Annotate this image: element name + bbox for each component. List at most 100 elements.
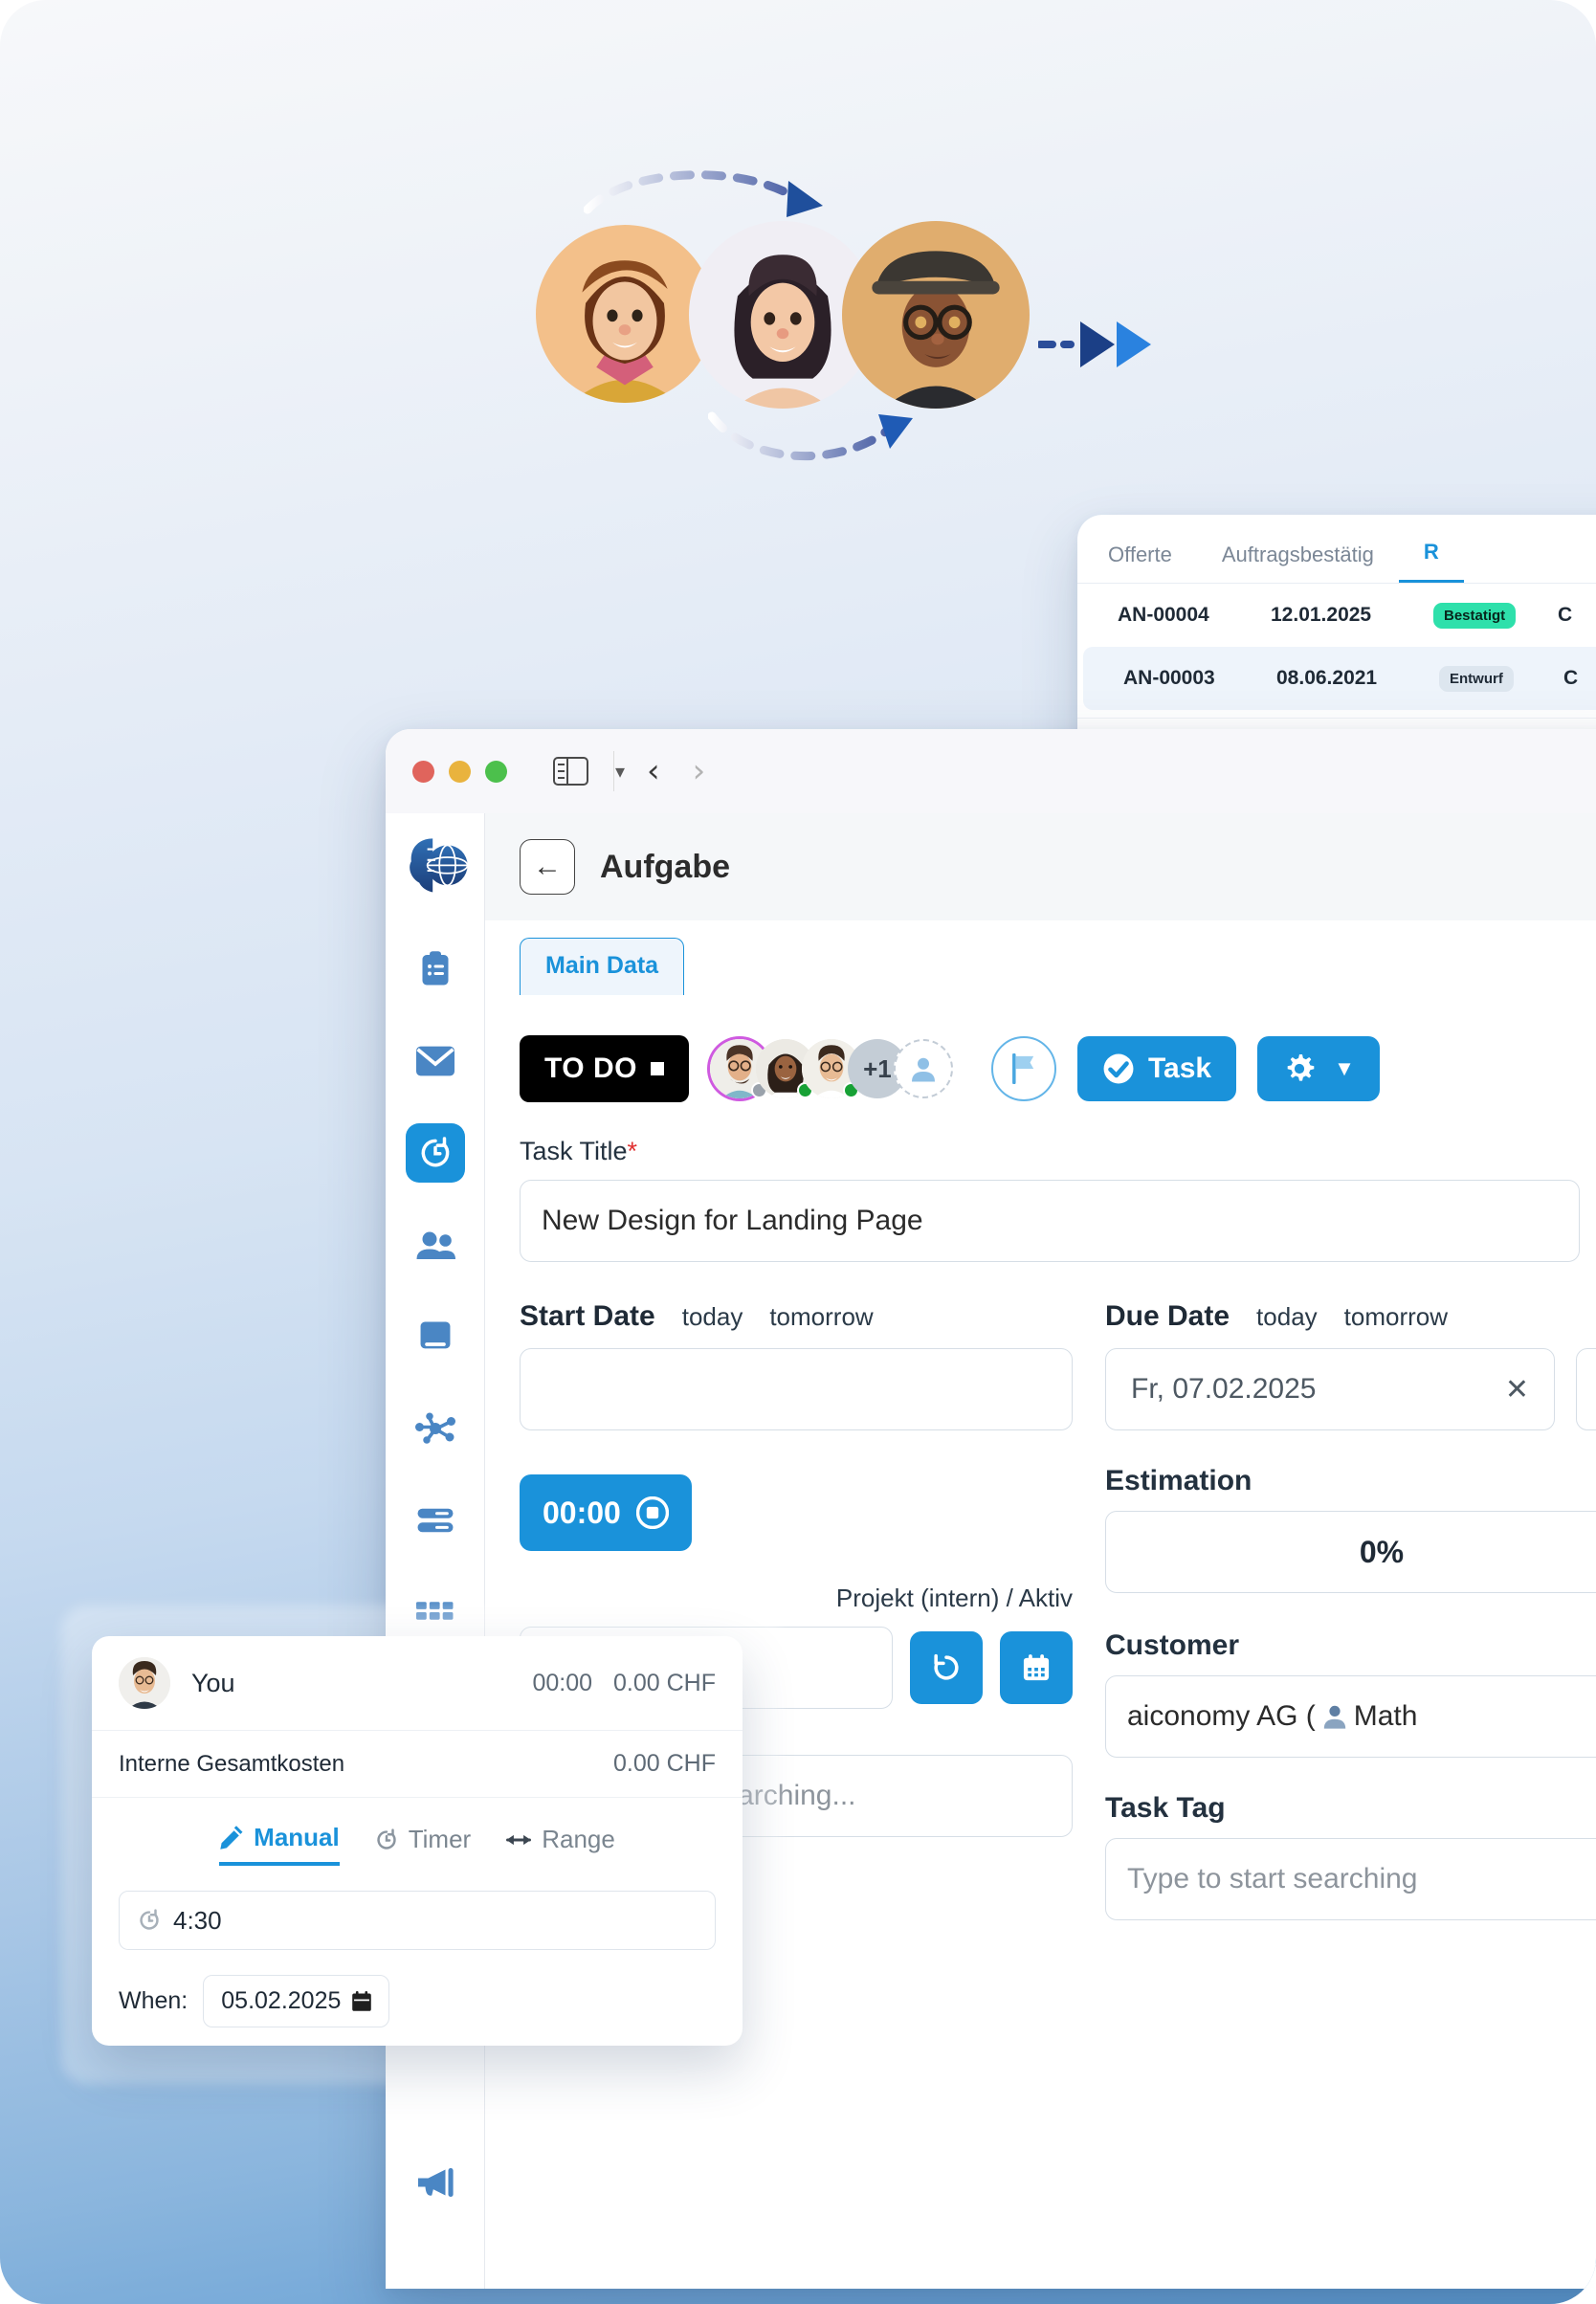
time-tracking-popup: You 00:00 0.00 CHF Interne Gesamtkosten … <box>92 1636 743 2046</box>
time-popup-footer: Cancel Save <box>92 2027 743 2046</box>
time-totals-value: 0.00 CHF <box>613 1750 716 1777</box>
timer-button[interactable]: 00:00 <box>520 1474 692 1551</box>
task-tag-input[interactable]: Type to start searching <box>1105 1838 1596 1920</box>
status-button[interactable]: TO DO <box>520 1035 689 1102</box>
edit-icon <box>220 1825 243 1850</box>
status-button-label: TO DO <box>544 1052 637 1084</box>
tab-offerte[interactable]: Offerte <box>1083 543 1197 583</box>
tab-main-data[interactable]: Main Data <box>520 938 685 995</box>
flag-icon <box>1012 1053 1034 1084</box>
when-label: When: <box>119 1987 188 2014</box>
network-icon <box>414 1412 455 1444</box>
sidebar-toggle-icon[interactable] <box>553 757 588 786</box>
close-red-icon[interactable] <box>412 760 434 783</box>
due-date-labels: Due Date today tomorrow <box>1105 1300 1596 1333</box>
sidebar-item-people[interactable] <box>406 1215 465 1274</box>
customer-input[interactable]: aiconomy AG ( Math <box>1105 1675 1596 1758</box>
check-circle-icon <box>1103 1053 1134 1084</box>
task-button-label: Task <box>1147 1052 1212 1084</box>
duration-value: 4:30 <box>173 1905 222 1935</box>
zoom-green-icon[interactable] <box>485 760 507 783</box>
sidebar-item-timer[interactable] <box>405 1123 465 1183</box>
timer-value: 00:00 <box>543 1495 621 1530</box>
due-date-calendar-button[interactable] <box>1576 1348 1596 1430</box>
order-id: AN-00003 <box>1123 667 1215 689</box>
when-row: When: 05.02.2025 <box>92 1950 743 2027</box>
content-tabs: Main Data <box>485 920 1596 995</box>
sidebar-item-server[interactable] <box>406 1491 465 1550</box>
flag-button[interactable] <box>990 1036 1056 1101</box>
time-user-cost: 0.00 CHF <box>613 1669 716 1696</box>
avatar-man-hat-glasses <box>842 221 1030 409</box>
avatar <box>119 1657 170 1709</box>
project-calendar-button[interactable] <box>1000 1631 1073 1704</box>
book-icon <box>420 1321 450 1349</box>
project-reset-button[interactable] <box>910 1631 983 1704</box>
time-user-name: You <box>191 1668 235 1697</box>
sidebar-item-megaphone[interactable] <box>406 2153 465 2212</box>
divider <box>1077 718 1596 719</box>
close-icon[interactable]: ✕ <box>1505 1373 1529 1407</box>
minus-square-icon <box>650 1062 664 1075</box>
chevron-down-icon[interactable]: ▾ <box>615 760 625 784</box>
minimize-yellow-icon[interactable] <box>449 760 471 783</box>
task-toolbar: TO DO +1 Task ▼ <box>520 1035 1596 1102</box>
tab-auftragsbestaetigung[interactable]: Auftragsbestätig <box>1197 543 1399 583</box>
divider <box>613 751 615 791</box>
tab-manual[interactable]: Manual <box>219 1823 340 1866</box>
status-badge: Entwurf <box>1439 665 1514 692</box>
table-row[interactable]: AN-00004 12.01.2025 Bestatigt C <box>1077 584 1596 647</box>
time-user-duration: 00:00 <box>532 1669 593 1696</box>
stopwatch-icon <box>377 1828 396 1850</box>
reset-icon <box>934 1653 959 1680</box>
tab-timer[interactable]: Timer <box>374 1823 471 1866</box>
start-date-today[interactable]: today <box>682 1302 743 1332</box>
start-date-controls <box>520 1348 1073 1430</box>
sidebar-item-network[interactable] <box>406 1399 465 1458</box>
add-person-icon[interactable] <box>893 1039 953 1098</box>
chevron-left-icon[interactable]: ‹ <box>647 752 660 790</box>
due-date-input[interactable]: Fr, 07.02.2025 ✕ <box>1105 1348 1555 1430</box>
due-date-tomorrow[interactable]: tomorrow <box>1344 1302 1448 1332</box>
when-date-input[interactable]: 05.02.2025 <box>203 1975 390 2027</box>
duration-input[interactable]: 4:30 <box>119 1891 716 1950</box>
estimation-value[interactable]: 0% <box>1105 1511 1596 1593</box>
tab-range[interactable]: Range <box>505 1823 615 1866</box>
table-row[interactable]: AN-00003 08.06.2021 Entwurf C <box>1083 647 1596 710</box>
due-date-today[interactable]: today <box>1256 1302 1318 1332</box>
people-icon <box>416 1231 455 1259</box>
start-date-tomorrow[interactable]: tomorrow <box>769 1302 873 1332</box>
order-extra: C <box>1558 604 1573 626</box>
traffic-lights <box>412 760 507 783</box>
required-mark: * <box>627 1137 638 1165</box>
settings-button[interactable]: ▼ <box>1257 1036 1380 1101</box>
customer-value: aiconomy AG ( <box>1127 1700 1316 1732</box>
clipboard-icon <box>422 951 448 986</box>
task-title-input[interactable]: New Design for Landing Page <box>520 1180 1580 1262</box>
assignee-avatars: +1 <box>709 1039 953 1098</box>
order-date: 12.01.2025 <box>1271 604 1372 626</box>
chevron-right-icon[interactable]: › <box>693 752 706 790</box>
task-title-label: Task Title* <box>520 1137 638 1165</box>
task-button[interactable]: Task <box>1076 1036 1237 1101</box>
start-date-input[interactable] <box>520 1348 1073 1430</box>
when-date-value: 05.02.2025 <box>221 1987 342 2014</box>
tab-rechnung[interactable]: R <box>1398 540 1464 583</box>
due-date-controls: Fr, 07.02.2025 ✕ <box>1105 1348 1596 1430</box>
status-badge-cell: Entwurf <box>1439 665 1563 692</box>
calendar-icon <box>1023 1654 1050 1681</box>
stopwatch-icon <box>140 1909 159 1930</box>
server-icon <box>417 1508 453 1533</box>
back-button[interactable]: ← <box>520 839 575 895</box>
person-icon <box>1323 1705 1345 1729</box>
start-date-label: Start Date <box>520 1300 655 1332</box>
customer-label: Customer <box>1105 1629 1240 1661</box>
sidebar-item-book[interactable] <box>406 1307 465 1366</box>
mail-icon <box>415 1046 454 1076</box>
sidebar-item-mail[interactable] <box>406 1031 465 1091</box>
sidebar-item-clipboard[interactable] <box>406 940 465 999</box>
order-extra: C <box>1563 667 1579 689</box>
due-date-label: Due Date <box>1105 1300 1230 1332</box>
order-id: AN-00004 <box>1118 604 1209 626</box>
stop-circle-icon <box>635 1496 669 1529</box>
